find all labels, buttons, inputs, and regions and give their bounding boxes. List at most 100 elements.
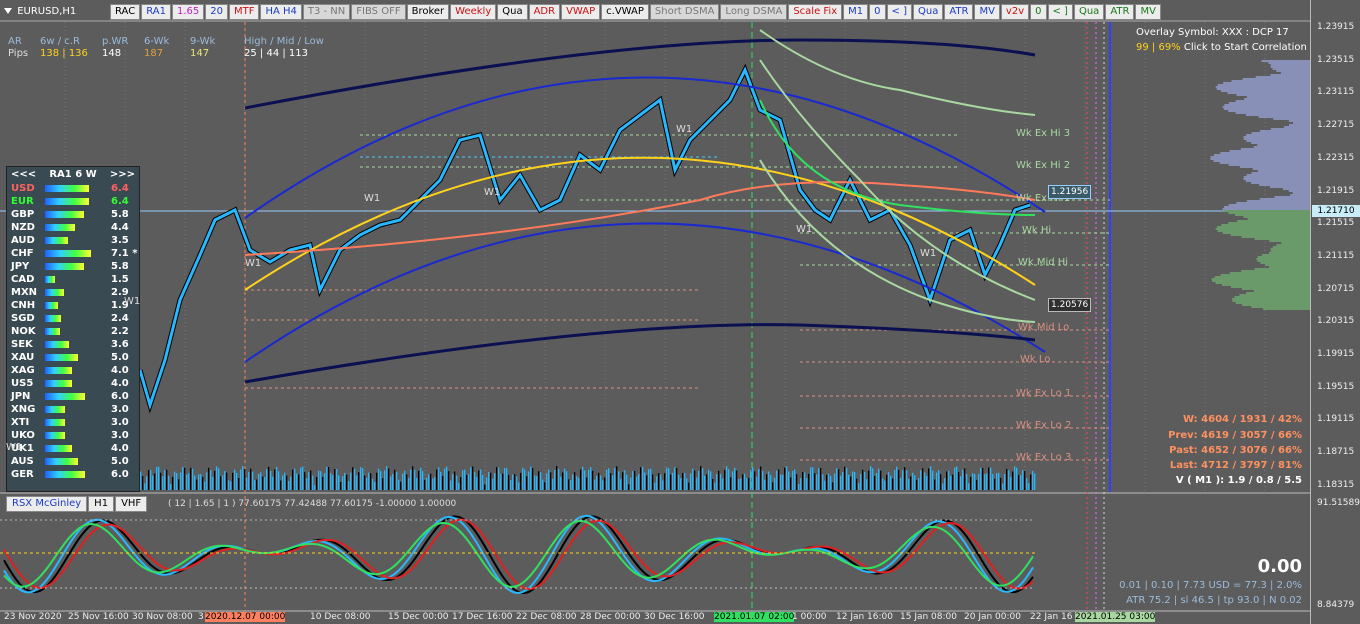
toolbar-button-4[interactable]: MTF [228, 4, 260, 20]
currency-value: 4.0 [111, 443, 129, 454]
toolbar-button-10[interactable]: Qua [497, 4, 528, 20]
currency-row-gbp[interactable]: GBP 5.8 [7, 208, 139, 221]
volume-bar [266, 469, 268, 490]
prev-button[interactable]: <<< [11, 167, 36, 182]
volume-bar [588, 469, 590, 490]
weekly-open-label: W1 [920, 248, 937, 259]
volume-bar [928, 468, 930, 490]
profile-bar [1241, 270, 1310, 272]
volume-bar [498, 467, 500, 490]
volume-bar [178, 479, 180, 490]
toolbar-button-15[interactable]: Long DSMA [720, 4, 788, 20]
currency-row-nok[interactable]: NOK 2.2 [7, 325, 139, 338]
toolbar-button-23[interactable]: v2v [1000, 4, 1030, 20]
toolbar-button-6[interactable]: T3 - NN [302, 4, 351, 20]
volume-bar [1026, 478, 1028, 490]
toolbar-button-16[interactable]: Scale Fix [788, 4, 843, 20]
volume-bar [844, 466, 846, 490]
volume-bar [900, 477, 902, 490]
volume-bar [764, 479, 766, 490]
currency-name: NOK [11, 326, 36, 337]
toolbar-button-7[interactable]: FIBS OFF [351, 4, 406, 20]
currency-row-xti[interactable]: XTI 3.0 [7, 416, 139, 429]
volume-bar [602, 480, 604, 490]
volume-bar [582, 466, 584, 490]
toolbar-button-20[interactable]: Qua [912, 4, 944, 20]
toolbar-button-1[interactable]: RA1 [141, 4, 171, 20]
toolbar-button-19[interactable]: < ] [886, 4, 912, 20]
volume-bar [716, 473, 718, 490]
currency-row-mxn[interactable]: MXN 2.9 [7, 286, 139, 299]
volume-bar [212, 477, 214, 490]
toolbar-button-24[interactable]: 0 [1030, 4, 1047, 20]
currency-row-aud[interactable]: AUD 3.5 [7, 234, 139, 247]
correlation-link[interactable]: 99 | 69% Click to Start Correlation [1136, 42, 1307, 53]
currency-row-jpy[interactable]: JPY 5.8 [7, 260, 139, 273]
price-shadow [137, 63, 1031, 414]
osc-button-2[interactable]: VHF [115, 496, 148, 512]
profile-bar [1288, 124, 1310, 126]
currency-row-chf[interactable]: CHF 7.1 * [7, 247, 139, 260]
toolbar-button-18[interactable]: 0 [869, 4, 886, 20]
volume-bar [834, 473, 836, 490]
toolbar-button-13[interactable]: c.VWAP [601, 4, 649, 20]
toolbar-button-28[interactable]: MV [1135, 4, 1161, 20]
currency-row-sgd[interactable]: SGD 2.4 [7, 312, 139, 325]
next-button[interactable]: >>> [110, 167, 135, 182]
currency-row-xng[interactable]: XNG 3.0 [7, 403, 139, 416]
volume-bar [484, 484, 486, 490]
toolbar-button-9[interactable]: Weekly [450, 4, 497, 20]
toolbar-button-21[interactable]: ATR [944, 4, 974, 20]
time-axis[interactable]: 23 Nov 2020 25 Nov 16:00 30 Nov 08:00 3 2020… [0, 611, 1310, 624]
chart-canvas[interactable] [0, 0, 1310, 624]
currency-row-cnh[interactable]: CNH 1.9 [7, 299, 139, 312]
chart-menu-icon[interactable] [4, 8, 12, 14]
toolbar-button-3[interactable]: 20 [205, 4, 228, 20]
currency-row-jpn[interactable]: JPN 6.0 [7, 390, 139, 403]
toolbar-button-8[interactable]: Broker [406, 4, 450, 20]
toolbar-button-27[interactable]: ATR [1105, 4, 1135, 20]
volume-bar [714, 482, 716, 490]
currency-row-uk1[interactable]: UK1 4.0 [7, 442, 139, 455]
osc-button-1[interactable]: H1 [88, 496, 115, 512]
volume-bar [426, 477, 428, 490]
volume-bar [636, 476, 638, 490]
profile-bar [1246, 174, 1310, 176]
profile-bar [1229, 272, 1310, 274]
currency-row-ger[interactable]: GER 6.0 [7, 468, 139, 481]
currency-row-usd[interactable]: USD 6.4 [7, 182, 139, 195]
currency-row-nzd[interactable]: NZD 4.4 [7, 221, 139, 234]
profile-bar [1224, 104, 1310, 106]
toolbar-button-11[interactable]: ADR [528, 4, 561, 20]
toolbar-button-0[interactable]: RAC [110, 4, 141, 20]
profile-bar [1220, 274, 1310, 276]
toolbar-button-26[interactable]: Qua [1073, 4, 1105, 20]
volume-bar [906, 470, 908, 490]
currency-row-eur[interactable]: EUR 6.4 [7, 195, 139, 208]
toolbar-button-17[interactable]: M1 [843, 4, 869, 20]
toolbar-button-2[interactable]: 1.65 [171, 4, 205, 20]
osc-button-0[interactable]: RSX McGinley [6, 496, 88, 512]
profile-bar [1237, 220, 1310, 222]
strength-bar [45, 263, 84, 270]
currency-row-aus[interactable]: AUS 5.0 [7, 455, 139, 468]
toolbar-button-22[interactable]: MV [974, 4, 1000, 20]
profile-bar [1251, 132, 1310, 134]
toolbar-button-5[interactable]: HA H4 [260, 4, 302, 20]
volume-bar [972, 473, 974, 490]
toolbar-button-14[interactable]: Short DSMA [649, 4, 720, 20]
currency-row-xau[interactable]: XAU 5.0 [7, 351, 139, 364]
volume-bar [946, 471, 948, 490]
volume-bar [242, 466, 244, 490]
price-tick: 1.20315 [1317, 316, 1355, 327]
currency-row-xag[interactable]: XAG 4.0 [7, 364, 139, 377]
price-axis[interactable]: 1.23915 1.23515 1.23115 1.22715 1.22315 1.219… [1310, 0, 1360, 624]
profile-bar [1212, 280, 1310, 282]
currency-name: AUS [11, 456, 34, 467]
toolbar-button-12[interactable]: VWAP [561, 4, 601, 20]
currency-row-sek[interactable]: SEK 3.6 [7, 338, 139, 351]
currency-row-us5[interactable]: US5 4.0 [7, 377, 139, 390]
toolbar-button-25[interactable]: < ] [1047, 4, 1073, 20]
currency-row-cad[interactable]: CAD 1.5 [7, 273, 139, 286]
currency-row-uko[interactable]: UKO 3.0 [7, 429, 139, 442]
